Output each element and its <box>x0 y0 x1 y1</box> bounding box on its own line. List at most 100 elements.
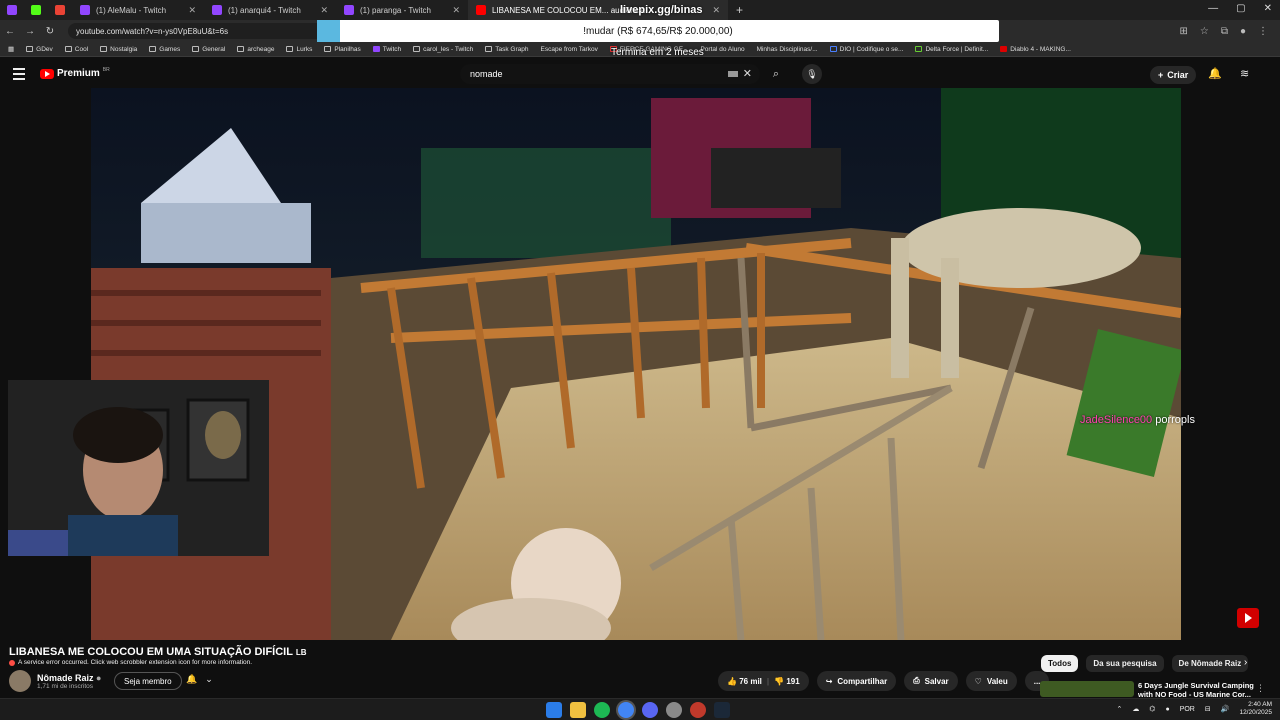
chip-all[interactable]: Todos <box>1041 655 1079 672</box>
windows-taskbar: ⌃ ☁ ⌬ ● POR ⊟ 🔊 2:40 AM 12/20/2025 <box>0 698 1280 720</box>
tab-paranga[interactable]: (1) paranga - Twitch ✕ <box>336 0 468 20</box>
extensions-icon[interactable]: ⧉ <box>1221 26 1228 37</box>
maximize-icon[interactable]: ▢ <box>1236 3 1245 14</box>
folder-icon <box>26 46 34 52</box>
chevron-up-icon[interactable]: ⌃ <box>1116 705 1122 713</box>
steam-icon[interactable] <box>714 702 730 718</box>
bookmark-item[interactable]: Diablo 4 - MAKING... <box>1000 46 1071 53</box>
bookmark-item[interactable]: Nostalgia <box>100 46 137 53</box>
new-tab-button[interactable]: + <box>728 3 751 17</box>
profile-icon[interactable]: ● <box>1240 26 1246 37</box>
tab-pinned-twitch[interactable] <box>0 0 24 20</box>
tab-anarqui4[interactable]: (1) anarqui4 - Twitch ✕ <box>204 0 336 20</box>
keyboard-icon[interactable] <box>728 71 738 77</box>
reload-icon[interactable]: ↻ <box>40 26 60 37</box>
tab-pinned-kick[interactable] <box>24 0 48 20</box>
chrome-icon[interactable] <box>618 702 634 718</box>
minimize-icon[interactable]: — <box>1208 3 1218 14</box>
chip-from-search[interactable]: Da sua pesquisa <box>1086 655 1164 672</box>
close-tab-icon[interactable]: ✕ <box>712 5 720 16</box>
subscription-bell[interactable]: 🔔 ⌄ <box>186 674 213 685</box>
create-button[interactable]: + Criar <box>1150 66 1197 84</box>
voice-search-button[interactable]: 🎙 <box>802 64 822 84</box>
network-icon[interactable]: ⌬ <box>1149 705 1155 713</box>
bookmark-item[interactable]: archeage <box>237 46 274 53</box>
cloud-icon[interactable]: ☁ <box>1132 705 1139 713</box>
bookmark-item[interactable]: Task Graph <box>485 46 529 53</box>
hamburger-menu-icon[interactable] <box>13 68 25 83</box>
close-tab-icon[interactable]: ✕ <box>452 5 460 16</box>
channel-avatar[interactable] <box>9 670 31 692</box>
tab-pinned-gmail[interactable] <box>48 0 72 20</box>
task-graph-icon <box>485 46 493 52</box>
search-input[interactable]: nomade ✕ <box>460 64 760 84</box>
extension-icons: ⊞ ☆ ⧉ ● ⋮ <box>1179 26 1268 37</box>
file-explorer-icon[interactable] <box>570 702 586 718</box>
recommended-video-title[interactable]: 6 Days Jungle Survival Camping with NO F… <box>1138 681 1254 697</box>
bookmark-item[interactable]: DIO | Codifique o se... <box>829 46 903 53</box>
notifications-icon[interactable]: 🔔 <box>1208 67 1222 80</box>
close-tab-icon[interactable]: ✕ <box>188 5 196 16</box>
bookmark-item[interactable]: General <box>192 46 225 53</box>
clock[interactable]: 2:40 AM 12/20/2025 <box>1239 701 1272 717</box>
gmail-icon <box>55 5 65 15</box>
recommended-video-thumbnail[interactable] <box>1040 681 1134 697</box>
volume-icon[interactable]: 🔊 <box>1221 705 1230 713</box>
thumbs-up-icon: 👍 <box>727 676 737 686</box>
goal-text: !mudar (R$ 674,65/R$ 20.000,00) <box>583 26 733 37</box>
back-icon[interactable]: ← <box>0 26 20 37</box>
save-button[interactable]: ⎙ Salvar <box>904 671 958 691</box>
folder-icon <box>324 46 332 52</box>
bookmark-item[interactable]: carol_les - Twitch <box>413 46 473 53</box>
chevron-right-icon[interactable]: › <box>1244 657 1247 668</box>
youtube-premium-logo[interactable]: Premium BR <box>40 67 110 79</box>
language-indicator[interactable]: POR <box>1180 706 1195 713</box>
bookmark-item[interactable]: Cool <box>64 46 88 53</box>
more-vert-icon[interactable]: ⋮ <box>1256 683 1265 694</box>
app-icon[interactable] <box>690 702 706 718</box>
apps-icon[interactable]: ▦ <box>8 45 14 53</box>
bookmark-item[interactable]: Games <box>149 46 180 53</box>
bookmark-item[interactable]: Escape from Tarkov <box>541 46 598 53</box>
close-window-icon[interactable]: ✕ <box>1264 3 1272 14</box>
star-icon[interactable]: ☆ <box>1200 26 1209 37</box>
bookmark-icon: ⎙ <box>913 676 920 685</box>
discord-icon[interactable] <box>642 702 658 718</box>
channel-name[interactable]: Nômade Raiz ● <box>37 673 101 683</box>
share-button[interactable]: ↪ Compartilhar <box>816 671 897 691</box>
spotify-icon[interactable] <box>594 702 610 718</box>
bookmark-item[interactable]: Planilhas <box>324 46 361 53</box>
webcam-frame <box>8 380 269 556</box>
bookmark-item[interactable]: GDev <box>26 46 53 53</box>
clear-search-icon[interactable]: ✕ <box>743 67 752 80</box>
account-icon[interactable]: ≋ <box>1240 67 1249 80</box>
forward-icon[interactable]: → <box>20 26 40 37</box>
like-button[interactable]: 👍 76 mil <box>727 677 762 686</box>
bookmark-item[interactable]: Twitch <box>372 46 401 53</box>
mute-tab-icon[interactable]: ✕ <box>320 5 328 16</box>
chevron-down-icon: ⌄ <box>205 674 213 684</box>
verified-icon: ● <box>96 672 102 683</box>
folder-icon <box>149 46 157 52</box>
video-player[interactable] <box>91 88 1181 640</box>
bookmark-item[interactable]: Portal do Aluno <box>700 46 744 53</box>
delta-force-icon <box>915 46 923 52</box>
bookmark-item[interactable]: Delta Force | Definit... <box>915 46 988 53</box>
mic-tray-icon[interactable]: ● <box>1165 706 1169 713</box>
join-button[interactable]: Seja membro <box>114 672 182 690</box>
dislike-button[interactable]: 👎 191 <box>774 677 800 686</box>
network-status-icon[interactable]: ⊟ <box>1205 705 1211 713</box>
bookmark-item[interactable]: Lurks <box>286 46 312 53</box>
twitch-icon <box>212 5 222 15</box>
search-button[interactable]: ⌕ <box>764 64 788 84</box>
settings-icon[interactable] <box>666 702 682 718</box>
thanks-button[interactable]: ♡ Valeu <box>965 671 1017 691</box>
twitch-icon <box>372 46 380 52</box>
chip-from-channel[interactable]: De Nômade Raiz <box>1171 655 1249 672</box>
windows-start-icon[interactable] <box>546 702 562 718</box>
overlay-title: livepix.gg/binas <box>620 4 703 16</box>
tab-alemalu[interactable]: (1) AleMalu - Twitch ✕ <box>72 0 204 20</box>
browser-menu-icon[interactable]: ⋮ <box>1258 26 1268 37</box>
install-icon[interactable]: ⊞ <box>1179 26 1187 37</box>
bookmark-item[interactable]: Minhas Disciplinas/... <box>757 46 818 53</box>
